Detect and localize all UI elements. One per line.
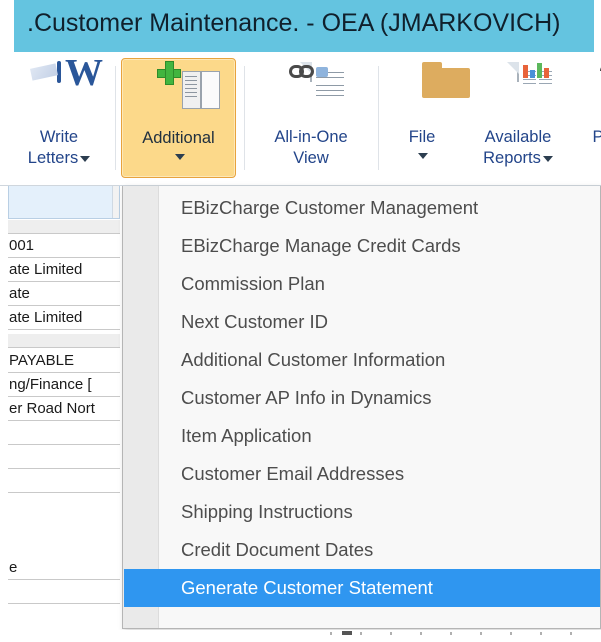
customer-form-panel: 001 ate Limited ate ate Limited PAYABLE … xyxy=(0,186,123,642)
field-address-line-2[interactable]: er Road Nort xyxy=(8,397,120,421)
available-reports-label-line2: Reports xyxy=(462,148,574,169)
available-reports-button[interactable]: Available Reports xyxy=(462,58,574,178)
eye-preview-icon xyxy=(576,61,601,124)
menu-item-credit-document-dates[interactable]: Credit Document Dates xyxy=(124,531,600,569)
menu-item-ebizcharge-manage-credit-cards[interactable]: EBizCharge Manage Credit Cards xyxy=(124,227,600,265)
file-dropdown-arrow[interactable] xyxy=(386,148,458,162)
menu-item-shipping-instructions[interactable]: Shipping Instructions xyxy=(124,493,600,531)
write-letters-label-line2: Letters xyxy=(6,148,112,169)
folder-icon xyxy=(386,62,470,124)
bottom-tick-marks xyxy=(330,632,590,638)
write-letters-button[interactable]: W Write Letters xyxy=(6,54,112,178)
notes-scrollbar[interactable] xyxy=(112,186,119,218)
field-statement-name[interactable]: ate Limited xyxy=(8,306,120,330)
menu-item-list: EBizCharge Customer Management EBizCharg… xyxy=(123,186,600,628)
title-bar-right-edge xyxy=(594,0,601,52)
menu-item-additional-customer-information[interactable]: Additional Customer Information xyxy=(124,341,600,379)
form-notes-box[interactable] xyxy=(8,186,120,219)
all-in-one-view-label-line2: View xyxy=(293,149,329,167)
all-in-one-view-label-line1: All-in-One xyxy=(274,128,348,146)
file-label: File xyxy=(408,128,436,146)
field-customer-name[interactable]: ate Limited xyxy=(8,258,120,282)
ribbon-separator xyxy=(378,66,379,170)
menu-item-ebizcharge-customer-management[interactable]: EBizCharge Customer Management xyxy=(124,189,600,227)
field-address-line-1[interactable]: ng/Finance [ xyxy=(8,373,120,397)
form-section-band xyxy=(8,220,120,234)
field-state[interactable] xyxy=(8,469,120,493)
menu-item-customer-email-addresses[interactable]: Customer Email Addresses xyxy=(124,455,600,493)
all-in-one-view-button[interactable]: All-in-One View xyxy=(250,58,372,178)
ribbon-separator xyxy=(115,66,116,170)
field-short-name[interactable]: ate xyxy=(8,282,120,306)
file-button[interactable]: File xyxy=(386,58,470,178)
book-plus-icon xyxy=(122,61,235,125)
preview-label: P xyxy=(592,128,601,146)
chevron-down-icon[interactable] xyxy=(542,155,553,162)
field-postal-code[interactable] xyxy=(8,580,120,604)
title-bar-left-edge xyxy=(0,0,14,52)
ribbon-toolbar: W Write Letters Additional xyxy=(0,52,601,186)
additional-button[interactable]: Additional xyxy=(121,58,236,178)
menu-item-generate-customer-statement[interactable]: Generate Customer Statement xyxy=(124,569,600,607)
report-chart-icon xyxy=(462,62,574,124)
menu-item-item-application[interactable]: Item Application xyxy=(124,417,600,455)
field-country[interactable]: e xyxy=(8,556,120,580)
window-title: .Customer Maintenance. - OEA (JMARKOVICH… xyxy=(27,9,561,37)
additional-label: Additional xyxy=(142,129,215,147)
menu-item-commission-plan[interactable]: Commission Plan xyxy=(124,265,600,303)
document-link-icon xyxy=(250,62,372,124)
field-address-line-3[interactable] xyxy=(8,421,120,445)
write-letters-label-line1: Write xyxy=(39,128,79,146)
window-title-bar: .Customer Maintenance. - OEA (JMARKOVICH… xyxy=(0,0,601,52)
field-contact[interactable]: PAYABLE xyxy=(8,349,120,373)
form-section-band xyxy=(8,334,120,348)
available-reports-label-line1: Available xyxy=(484,128,552,146)
additional-dropdown-menu: EBizCharge Customer Management EBizCharg… xyxy=(122,186,601,629)
field-customer-id[interactable]: 001 xyxy=(8,234,120,258)
additional-dropdown-arrow[interactable] xyxy=(122,149,235,163)
window-bottom-strip xyxy=(0,630,601,642)
chevron-down-icon[interactable] xyxy=(80,155,91,162)
ribbon-separator xyxy=(244,66,245,170)
word-document-icon: W xyxy=(6,54,112,124)
menu-item-customer-ap-info-in-dynamics[interactable]: Customer AP Info in Dynamics xyxy=(124,379,600,417)
preview-button[interactable]: P xyxy=(576,58,601,178)
field-city[interactable] xyxy=(8,445,120,469)
menu-item-next-customer-id[interactable]: Next Customer ID xyxy=(124,303,600,341)
